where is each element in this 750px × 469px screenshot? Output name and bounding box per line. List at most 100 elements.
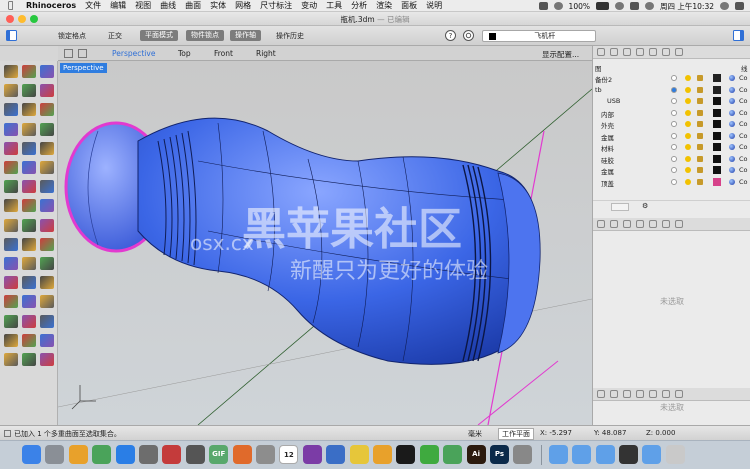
layer-tool-icon[interactable] [22, 314, 36, 328]
layer-options-icon[interactable]: ⚙ [642, 202, 648, 210]
books-icon[interactable] [326, 445, 346, 464]
properties-icon-3[interactable] [597, 390, 605, 398]
airplay-icon[interactable] [538, 2, 548, 10]
material-ball-icon[interactable] [729, 132, 735, 139]
layer-row[interactable]: 金属 Co [593, 166, 750, 176]
sweep-icon[interactable] [40, 180, 54, 194]
layer-color-swatch[interactable] [713, 120, 721, 128]
wifi-icon[interactable] [615, 2, 624, 10]
cylinder-icon[interactable] [22, 161, 36, 174]
layers-icon-3[interactable] [610, 390, 618, 398]
lock-grid-toggle[interactable]: 锁定格点 [58, 31, 86, 41]
current-layer-radio[interactable] [671, 167, 677, 173]
menu-tools[interactable]: 工具 [326, 0, 342, 11]
finder-icon[interactable] [22, 445, 41, 464]
surface-icon[interactable] [4, 141, 18, 155]
material-ball-icon[interactable] [729, 121, 735, 127]
trash-app-icon[interactable] [513, 445, 533, 464]
layer-row[interactable]: 备份2 Co [593, 74, 750, 84]
pan-icon[interactable] [22, 295, 36, 309]
materials-icon-2[interactable] [636, 220, 644, 228]
illustrator-icon[interactable]: Ai [466, 445, 486, 464]
layer-row[interactable]: 硅胶 Co [593, 154, 750, 165]
material-ball-icon[interactable] [729, 167, 735, 173]
material-ball-icon[interactable] [729, 109, 735, 116]
arc-icon[interactable] [40, 84, 54, 98]
visibility-bulb-icon[interactable] [685, 86, 691, 93]
scale-icon[interactable] [40, 237, 54, 251]
calendar-icon[interactable]: 12 [279, 445, 299, 464]
select-arrow-icon[interactable] [4, 65, 18, 78]
help-panel-icon-2[interactable] [675, 220, 683, 228]
lock-icon[interactable] [697, 155, 703, 162]
current-layer-radio[interactable] [671, 109, 677, 116]
freeform-icon[interactable] [40, 103, 54, 117]
offset-icon[interactable] [22, 122, 36, 136]
circle-icon[interactable] [22, 84, 36, 98]
lock-icon[interactable] [697, 121, 703, 127]
chrome-icon[interactable] [68, 445, 88, 464]
folder-1-icon[interactable] [548, 445, 568, 464]
layer-color-swatch[interactable] [713, 177, 721, 186]
materials-icon[interactable] [636, 48, 644, 56]
display-icon[interactable] [619, 445, 638, 464]
onenote-icon[interactable] [302, 445, 322, 464]
command-history-icon[interactable] [4, 430, 11, 437]
properties-icon-2[interactable] [597, 220, 605, 228]
move-icon[interactable] [4, 237, 18, 251]
layer-color-swatch[interactable] [713, 143, 721, 151]
menu-file[interactable]: 文件 [85, 0, 101, 11]
layer-row[interactable]: 材料 Co [593, 143, 750, 153]
layer-row[interactable]: 内部 Co [593, 108, 750, 119]
hide-icon[interactable] [40, 295, 54, 309]
zoom-icon[interactable] [4, 295, 18, 309]
layer-color-swatch[interactable] [713, 154, 721, 163]
menu-curve[interactable]: 曲线 [160, 0, 176, 11]
input-method-icon[interactable] [630, 2, 639, 10]
lock-icon[interactable] [4, 314, 18, 328]
menu-help[interactable]: 说明 [426, 0, 442, 11]
sphere-icon[interactable] [40, 161, 54, 174]
layers-icon-2[interactable] [610, 220, 618, 228]
layer-color-swatch[interactable] [713, 85, 721, 94]
mirror-icon[interactable] [40, 218, 54, 232]
gumball-toggle[interactable]: 操作轴 [230, 30, 261, 41]
menu-mesh[interactable]: 网格 [235, 0, 251, 11]
gif-icon[interactable]: GIF [209, 445, 229, 464]
material-ball-icon[interactable] [729, 155, 735, 162]
sidebar-toggle-icon[interactable] [6, 30, 17, 41]
visibility-bulb-icon[interactable] [685, 167, 691, 173]
join-icon[interactable] [4, 218, 18, 232]
render-tool-icon[interactable] [40, 314, 54, 328]
current-layer-radio[interactable] [671, 98, 677, 104]
current-layer-radio[interactable] [671, 144, 677, 150]
cplane-selector[interactable]: 工作平面 [498, 428, 534, 440]
material-ball-icon[interactable] [729, 178, 735, 185]
menu-analyze[interactable]: 分析 [351, 0, 367, 11]
menubar-clock[interactable]: 周四 上午10:32 [660, 1, 714, 12]
current-layer-radio[interactable] [671, 121, 677, 127]
menu-transform[interactable]: 变动 [301, 0, 317, 11]
light-icon[interactable] [22, 333, 36, 347]
textures-icon[interactable] [662, 48, 670, 56]
photos-icon[interactable] [139, 445, 158, 464]
display-icon-2[interactable] [623, 220, 631, 228]
check-icon[interactable] [40, 257, 54, 270]
display-icon-3[interactable] [623, 390, 631, 398]
visibility-bulb-icon[interactable] [685, 155, 691, 162]
lock-icon[interactable] [697, 132, 703, 139]
menu-surface[interactable]: 曲面 [185, 0, 201, 11]
lock-icon[interactable] [697, 167, 703, 173]
add-layer-button[interactable] [611, 203, 629, 211]
visibility-bulb-icon[interactable] [685, 98, 691, 104]
visibility-bulb-icon[interactable] [685, 121, 691, 127]
materials-icon-3[interactable] [636, 390, 644, 398]
layer-row[interactable]: USB Co [593, 97, 750, 106]
curve-icon[interactable] [4, 103, 18, 117]
analyze-icon[interactable] [40, 276, 54, 290]
bluetooth-icon[interactable] [553, 2, 563, 10]
lock-icon[interactable] [697, 109, 703, 116]
qq-icon[interactable] [396, 445, 416, 464]
material-ball-icon[interactable] [729, 75, 735, 81]
app-store-icon[interactable] [115, 445, 135, 464]
